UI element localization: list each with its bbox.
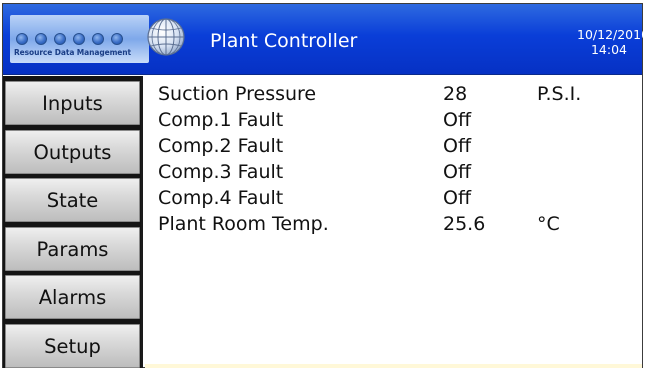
reading-value: Off [443,161,472,183]
nav-button-alarms[interactable]: Alarms [5,275,140,319]
brand-name: Resource Data Management [14,48,132,57]
nav-button-state[interactable]: State [5,178,140,222]
date-text: 10/12/2010 [577,27,645,42]
panel-footer-strip [145,364,642,368]
date-time-display: 10/12/2010 14:04 [577,27,645,57]
reading-value: Off [443,109,472,131]
nav-button-outputs[interactable]: Outputs [5,130,140,174]
logo-dot [111,33,123,45]
reading-unit: °C [537,213,560,235]
plant-controller-screen: Resource Data Management Plant Controlle… [2,3,645,368]
globe-icon [147,18,185,56]
reading-row: Plant Room Temp. 25.6 °C [145,213,642,239]
reading-value: Off [443,135,472,157]
logo-dots [16,33,123,45]
reading-unit: P.S.I. [537,83,582,105]
reading-row: Comp.1 Fault Off [145,109,642,135]
readings-panel: Suction Pressure 28 P.S.I. Comp.1 Fault … [145,76,642,368]
logo-dot [73,33,85,45]
header-bar: Resource Data Management Plant Controlle… [3,4,645,75]
time-text: 14:04 [590,42,628,57]
rdm-logo: Resource Data Management [10,15,149,63]
nav-button-params[interactable]: Params [5,227,140,271]
nav-button-inputs[interactable]: Inputs [5,81,140,125]
logo-dot [16,33,28,45]
reading-value: Off [443,187,472,209]
reading-value: 28 [443,83,468,105]
reading-label: Comp.3 Fault [158,161,284,183]
reading-label: Plant Room Temp. [158,213,329,235]
page-title: Plant Controller [210,30,358,52]
logo-dot [35,33,47,45]
reading-row: Comp.2 Fault Off [145,135,642,161]
reading-row: Suction Pressure 28 P.S.I. [145,83,642,109]
reading-row: Comp.4 Fault Off [145,187,642,213]
reading-label: Comp.1 Fault [158,109,284,131]
reading-value: 25.6 [443,213,486,235]
reading-label: Suction Pressure [158,83,317,105]
nav-button-setup[interactable]: Setup [5,324,140,368]
logo-dot [92,33,104,45]
sidebar-nav: Inputs Outputs State Params Alarms Setup [3,76,143,368]
logo-dot [54,33,66,45]
reading-label: Comp.4 Fault [158,187,284,209]
reading-row: Comp.3 Fault Off [145,161,642,187]
reading-label: Comp.2 Fault [158,135,284,157]
